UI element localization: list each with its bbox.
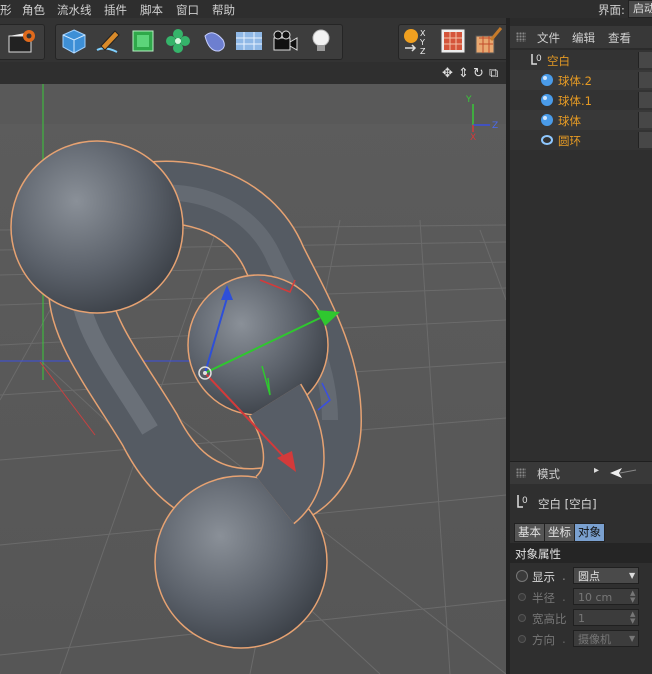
object-name: 圆环 (558, 134, 581, 148)
xyz-axis-icon[interactable]: XYZ (401, 26, 431, 56)
menu-edit[interactable]: 编辑 (572, 30, 595, 46)
prop-display: 显示 . 圆点 ▼ (510, 566, 652, 586)
render-toolbar-group (0, 24, 45, 60)
menu-item-help[interactable]: 帮助 (212, 2, 235, 18)
maximize-icon[interactable]: ⧉ (489, 66, 498, 81)
sphere-icon (540, 93, 554, 110)
array-flower-icon[interactable] (163, 26, 193, 56)
visibility-toggle[interactable] (638, 112, 652, 128)
rotate-icon[interactable]: ↻ (473, 66, 484, 81)
mode-arrow-icon[interactable]: ▸ (594, 465, 599, 476)
object-name: 球体.2 (558, 74, 592, 88)
camera-icon[interactable] (270, 26, 300, 56)
object-name: 球体.1 (558, 94, 592, 108)
object-name: 空白 (547, 54, 570, 68)
tab-object[interactable]: 对象 (574, 523, 605, 542)
cube-icon[interactable] (59, 26, 89, 56)
svg-text:Z: Z (420, 47, 426, 56)
main-toolbar: XYZ (0, 18, 512, 62)
svg-text:X: X (420, 29, 426, 38)
visibility-toggle[interactable] (638, 72, 652, 88)
visibility-toggle[interactable] (638, 52, 652, 68)
menu-item-window[interactable]: 窗口 (176, 2, 199, 18)
menu-file[interactable]: 文件 (537, 30, 560, 46)
object-title: 空白 [空白] (538, 497, 597, 511)
dropdown-arrow-icon: ▼ (629, 571, 636, 580)
menu-bar: 形 角色 流水线 插件 脚本 窗口 帮助 界面: 启动 (0, 0, 652, 18)
spinner-arrows-icon[interactable]: ▲ ▼ (630, 590, 635, 604)
menu-item-plugins[interactable]: 插件 (104, 2, 127, 18)
clapperboard-gear-icon[interactable] (7, 26, 37, 56)
prop-orientation: 方向 . 摄像机 ▼ (510, 629, 652, 649)
attribute-manager: 模式 ▸ 0 空白 [空白] 基本 坐标 对象 对象属性 显示 . 圆点 ▼ 半… (510, 461, 652, 674)
attribute-header: 模式 ▸ (510, 461, 652, 484)
object-list: 0 空白 球体.2 球体.1 球体 圆环 (510, 50, 652, 470)
render-brush-icon[interactable] (473, 26, 503, 56)
back-arrow-icon[interactable] (608, 466, 638, 483)
layout-dropdown[interactable]: 启动 (628, 0, 652, 18)
object-row-sphere[interactable]: 球体 (510, 110, 652, 130)
menu-view[interactable]: 查看 (608, 30, 631, 46)
circle-spline-icon (540, 133, 554, 150)
tags-toolbar-group: XYZ (398, 24, 512, 60)
3d-viewport[interactable]: Y Z X (0, 84, 506, 674)
layout-label: 界面: (598, 3, 625, 17)
spinner-arrows-icon[interactable]: ▲ ▼ (630, 611, 635, 625)
grip-icon[interactable] (516, 468, 526, 478)
deformer-icon[interactable] (199, 26, 229, 56)
axis-y-label: Y (465, 95, 472, 105)
null-object-icon: 0 (530, 52, 544, 69)
prop-label: 方向 (532, 633, 555, 647)
move-icon[interactable]: ✥ (442, 66, 453, 81)
right-panel: 文件 编辑 查看 0 空白 球体.2 球体.1 球体 圆环 模式 ▸ 0 空白 … (510, 18, 652, 674)
svg-text:0: 0 (536, 54, 542, 64)
axis-x-label: X (470, 133, 476, 143)
menu-item-pipeline[interactable]: 流水线 (57, 2, 92, 18)
menu-item-character[interactable]: 角色 (22, 2, 45, 18)
sphere-icon (540, 113, 554, 130)
object-row-circle[interactable]: 圆环 (510, 130, 652, 150)
sphere-2-mesh[interactable] (10, 140, 184, 314)
object-name: 球体 (558, 114, 581, 128)
tab-coord[interactable]: 坐标 (544, 523, 575, 542)
dolly-icon[interactable]: ⇕ (458, 66, 469, 81)
grip-icon[interactable] (516, 32, 526, 42)
mode-menu[interactable]: 模式 (537, 466, 560, 482)
checker-material-icon[interactable] (438, 26, 468, 56)
animate-radio[interactable] (516, 570, 528, 582)
viewport-header: ✥ ⇕ ↻ ⧉ (0, 62, 506, 85)
object-row-null[interactable]: 0 空白 (510, 50, 652, 70)
svg-text:0: 0 (522, 496, 528, 506)
object-row-sphere-1[interactable]: 球体.1 (510, 90, 652, 110)
object-manager-menubar: 文件 编辑 查看 (510, 26, 652, 48)
visibility-toggle[interactable] (638, 92, 652, 108)
null-object-icon: 0 (516, 494, 530, 511)
tab-basic[interactable]: 基本 (514, 523, 545, 542)
viewport-scene: Y Z X (0, 84, 506, 674)
svg-text:Y: Y (419, 38, 425, 47)
menu-item-script[interactable]: 脚本 (140, 2, 163, 18)
menu-item-mograph[interactable]: 形 (0, 2, 12, 18)
section-title: 对象属性 (515, 547, 561, 561)
sphere-icon (540, 73, 554, 90)
subdivision-cube-icon[interactable] (128, 26, 158, 56)
prop-label: 宽高比 (532, 612, 567, 626)
prop-aspect: 宽高比 1 ▲ ▼ (510, 608, 652, 628)
axis-z-label: Z (492, 121, 498, 131)
animate-radio[interactable] (518, 593, 526, 601)
visibility-toggle[interactable] (638, 132, 652, 148)
floor-icon[interactable] (234, 26, 264, 56)
dropdown-arrow-icon: ▼ (629, 634, 636, 643)
create-toolbar-group (55, 24, 343, 60)
section-header: 对象属性 (510, 543, 652, 563)
object-row-sphere-2[interactable]: 球体.2 (510, 70, 652, 90)
prop-label: 半径 (532, 591, 555, 605)
prop-label: 显示 (532, 570, 555, 584)
animate-radio[interactable] (518, 614, 526, 622)
animate-radio[interactable] (518, 635, 526, 643)
light-bulb-icon[interactable] (306, 26, 336, 56)
prop-radius: 半径 . 10 cm ▲ ▼ (510, 587, 652, 607)
pen-icon[interactable] (93, 26, 123, 56)
